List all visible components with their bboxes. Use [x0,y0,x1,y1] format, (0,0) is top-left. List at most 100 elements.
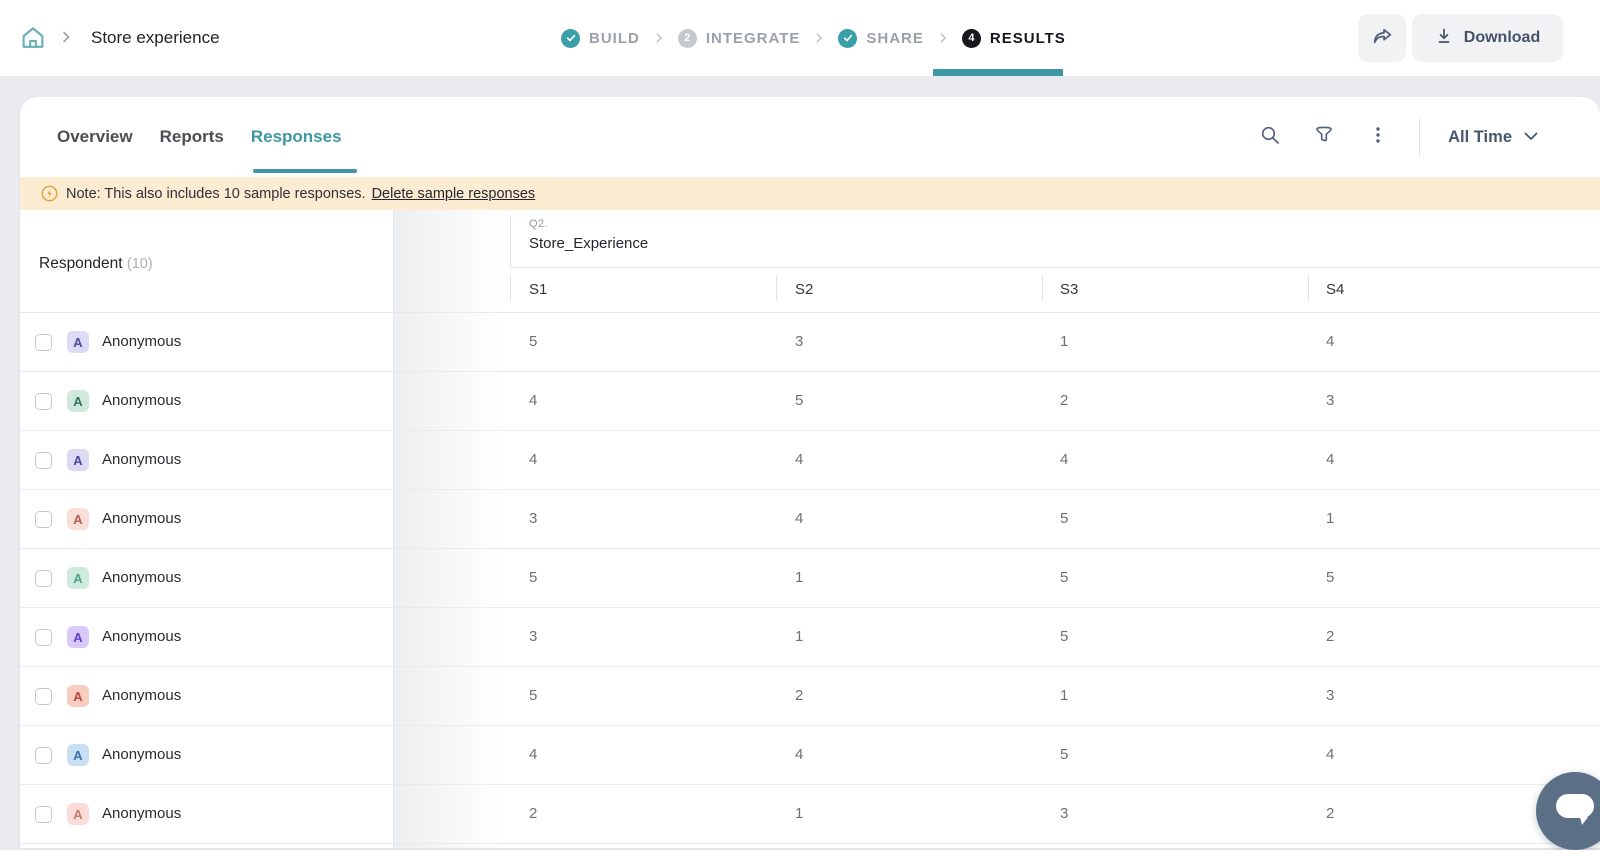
answer-cell-s2: 4 [795,746,804,763]
tab-overview[interactable]: Overview [57,127,133,147]
answer-cell-s1: 5 [529,687,538,704]
respondent-name[interactable]: Anonymous [102,805,181,822]
table-row: A Anonymous 2 1 3 2 [20,785,1600,844]
answer-cell-s4: 4 [1326,746,1335,763]
answer-cell-s3: 2 [1060,392,1069,409]
avatar: A [67,803,89,825]
table-row: A Anonymous 3 4 5 1 [20,490,1600,549]
column-header-s4: S4 [1326,281,1345,298]
banner-note-text: Note: This also includes 10 sample respo… [66,185,366,202]
answer-cell-s1: 5 [529,333,538,350]
step-label: BUILD [589,29,640,47]
home-icon [18,27,48,57]
tab-reports[interactable]: Reports [160,127,224,147]
step-chevron-icon [653,32,665,44]
share-button[interactable] [1358,14,1406,62]
search-icon [1259,124,1281,151]
column-tick [510,275,511,301]
answer-cell-s4: 3 [1326,687,1335,704]
check-circle-icon [561,28,580,48]
row-checkbox[interactable] [35,570,52,587]
share-arrow-icon [1370,23,1395,53]
answer-cell-s4: 2 [1326,628,1335,645]
tab-responses[interactable]: Responses [251,127,342,147]
answer-cell-s3: 5 [1060,510,1069,527]
respondent-label-text: Respondent [39,255,123,272]
bolt-icon [41,185,58,202]
respondent-name[interactable]: Anonymous [102,569,181,586]
answer-cell-s3: 1 [1060,333,1069,350]
survey-stepper: BUILD 2 INTEGRATE SHARE 4 RESULTS [561,0,1066,76]
step-label: RESULTS [989,29,1066,47]
answer-cell-s4: 5 [1326,569,1335,586]
answer-cell-s3: 5 [1060,746,1069,763]
time-range-dropdown[interactable]: All Time [1448,128,1538,147]
step-share[interactable]: SHARE [838,28,924,48]
answer-cell-s2: 4 [795,510,804,527]
avatar: A [67,449,89,471]
table-row: A Anonymous 4 5 2 3 [20,372,1600,431]
download-icon [1435,27,1453,50]
step-number-badge: 4 [961,28,981,48]
answer-cell-s2: 1 [795,628,804,645]
answer-cell-s2: 1 [795,569,804,586]
filter-funnel-icon [1312,123,1336,152]
more-options-button[interactable] [1365,124,1391,150]
answer-cell-s1: 3 [529,510,538,527]
avatar: A [67,390,89,412]
table-row: A Anonymous 5 2 1 3 [20,667,1600,726]
question-code: Q2. [529,218,548,230]
step-results[interactable]: 4 RESULTS [961,28,1066,48]
answer-cell-s3: 3 [1060,805,1069,822]
chevron-down-icon [1524,128,1538,146]
table-row: A Anonymous 3 1 5 2 [20,608,1600,667]
chat-bubble-icon [1554,790,1596,833]
answer-cell-s4: 1 [1326,510,1335,527]
avatar: A [67,744,89,766]
filter-button[interactable] [1311,124,1337,150]
respondent-name[interactable]: Anonymous [102,628,181,645]
page-title: Store experience [91,28,220,47]
step-number-badge: 2 [677,28,697,48]
step-build[interactable]: BUILD [561,28,640,48]
row-checkbox[interactable] [35,806,52,823]
download-button[interactable]: Download [1412,14,1563,62]
row-checkbox[interactable] [35,334,52,351]
column-header-s3: S3 [1060,281,1079,298]
question-header-divider [510,267,1600,268]
respondent-name[interactable]: Anonymous [102,687,181,704]
column-tick [776,275,777,301]
results-card: Overview Reports Responses All Time Note… [20,97,1600,848]
tab-bar: Overview Reports Responses All Time [20,97,1600,177]
answer-cell-s2: 1 [795,805,804,822]
answer-cell-s1: 5 [529,569,538,586]
row-checkbox[interactable] [35,452,52,469]
row-checkbox[interactable] [35,511,52,528]
row-checkbox[interactable] [35,629,52,646]
answer-cell-s4: 2 [1326,805,1335,822]
respondent-name[interactable]: Anonymous [102,510,181,527]
avatar: A [67,626,89,648]
row-checkbox[interactable] [35,747,52,764]
sample-responses-banner: Note: This also includes 10 sample respo… [20,177,1600,210]
row-checkbox[interactable] [35,393,52,410]
home-button[interactable] [18,23,48,53]
search-button[interactable] [1257,124,1283,150]
check-circle-icon [838,28,858,48]
column-header-s1: S1 [529,281,548,298]
download-button-label: Download [1463,29,1541,46]
delete-sample-responses-link[interactable]: Delete sample responses [372,186,536,202]
step-integrate[interactable]: 2 INTEGRATE [677,28,801,48]
kebab-menu-icon [1368,125,1388,150]
row-checkbox[interactable] [35,688,52,705]
respondent-name[interactable]: Anonymous [102,392,181,409]
avatar: A [67,567,89,589]
respondent-count: (10) [126,256,153,272]
time-range-value: All Time [1448,127,1512,146]
respondent-name[interactable]: Anonymous [102,746,181,763]
column-header-s2: S2 [795,281,814,298]
question-group-border [510,215,511,267]
respondent-name[interactable]: Anonymous [102,451,181,468]
table-row: A Anonymous 5 1 5 5 [20,549,1600,608]
respondent-name[interactable]: Anonymous [102,333,181,350]
